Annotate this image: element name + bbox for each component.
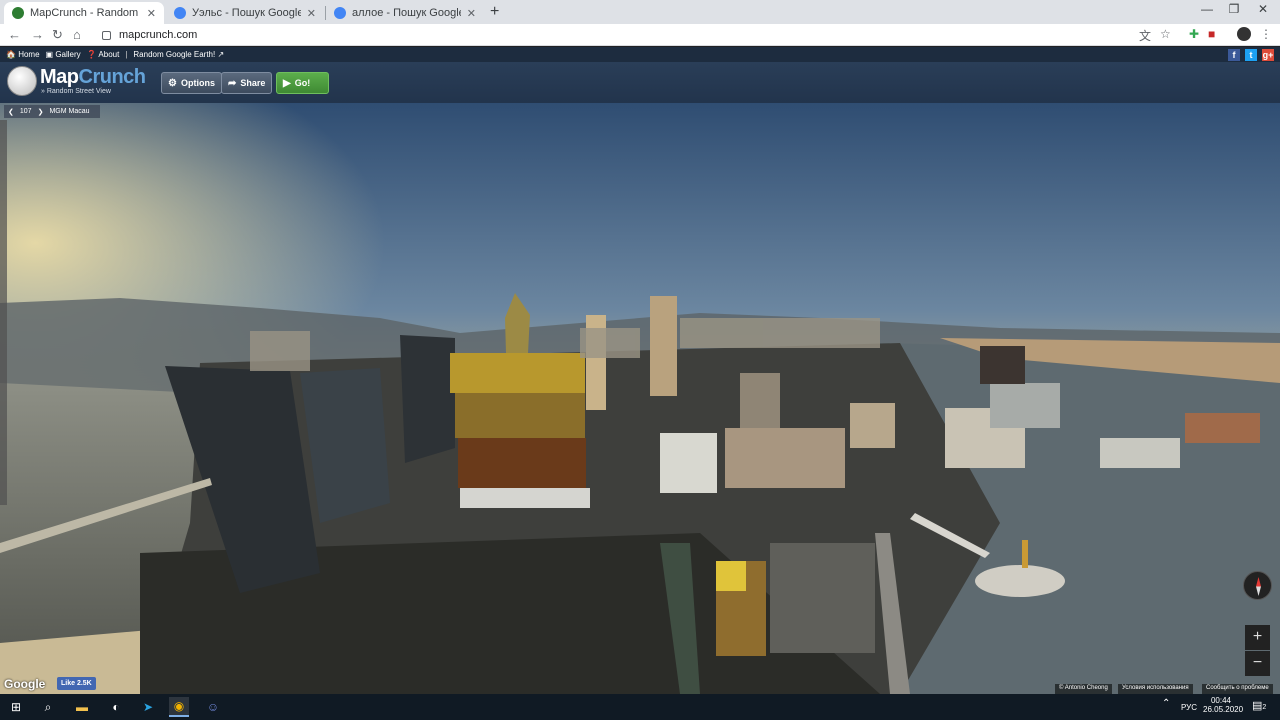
tab-wales-search[interactable]: Уэльс - Пошук Google ✕	[166, 2, 324, 24]
forward-icon[interactable]: →	[31, 27, 44, 42]
chevron-right-icon[interactable]: ❯	[38, 108, 44, 116]
link-divider: |	[125, 50, 128, 59]
play-icon: ▶	[283, 77, 291, 89]
terms-of-use-link[interactable]: Условия использования	[1118, 684, 1193, 694]
close-tab-icon[interactable]: ✕	[467, 7, 476, 20]
language-indicator[interactable]: РУС	[1181, 703, 1197, 712]
logo-tagline: » Random Street View	[41, 88, 111, 95]
browser-toolbar: ← → ↻ ⌂ mapcrunch.com 文 ☆ ✚ ■ ⋮	[0, 24, 1280, 46]
search-icon[interactable]: ⌕	[38, 697, 58, 717]
google-plus-icon[interactable]: g+	[1262, 49, 1274, 61]
panorama-image	[0, 103, 1280, 694]
chrome-icon[interactable]: ◉	[169, 697, 189, 717]
share-button[interactable]: ➦ Share	[221, 72, 273, 94]
clock-time: 00:44	[1210, 696, 1232, 705]
windows-taskbar	[0, 694, 1280, 720]
share-icon: ➦	[228, 77, 237, 89]
random-google-earth-link[interactable]: Random Google Earth! ↗	[133, 50, 224, 59]
close-tab-icon[interactable]: ✕	[307, 7, 316, 20]
mapcrunch-favicon-icon	[12, 7, 24, 19]
back-icon[interactable]: ←	[8, 27, 21, 42]
chevron-left-icon[interactable]: ❮	[8, 108, 14, 116]
google-favicon-icon	[334, 7, 346, 19]
tab-title: Уэльс - Пошук Google	[192, 7, 301, 19]
chevron-up-icon[interactable]: ⌃	[1162, 698, 1170, 709]
clock-date: 26.05.2020	[1203, 705, 1244, 714]
zoom-in-button[interactable]: +	[1245, 625, 1270, 650]
url-text: mapcrunch.com	[119, 29, 198, 41]
location-count: 107	[19, 108, 32, 115]
file-explorer-icon[interactable]: ▬	[72, 697, 92, 717]
lock-icon	[102, 30, 111, 40]
facebook-like-button[interactable]: Like 2.5K	[57, 677, 96, 690]
extension-icon[interactable]: ✚	[1189, 27, 1199, 41]
gear-icon: ⚙	[168, 77, 177, 89]
tab-mapcrunch[interactable]: MapCrunch - Random Street View ✕	[4, 2, 164, 24]
extension-icon[interactable]: ■	[1208, 27, 1215, 41]
about-link[interactable]: ❓ About	[87, 50, 120, 59]
street-view-panorama[interactable]	[0, 103, 1280, 694]
home-link[interactable]: 🏠 Home	[6, 50, 40, 59]
tab-strip: MapCrunch - Random Street View ✕ Уэльс -…	[0, 0, 1280, 24]
location-name: MGM Macau	[49, 108, 90, 115]
side-panel-handle[interactable]	[0, 120, 7, 505]
translate-icon[interactable]: 文	[1139, 27, 1151, 44]
profile-avatar[interactable]	[1237, 27, 1251, 41]
facebook-icon[interactable]: f	[1228, 49, 1240, 61]
home-icon[interactable]: ⌂	[73, 27, 81, 42]
photo-author-link[interactable]: © Antonio Cheong	[1055, 684, 1112, 694]
mapcrunch-top-bar: 🏠 Home ▣ Gallery ❓ About | Random Google…	[0, 47, 1280, 62]
notification-count: 2	[1262, 704, 1267, 711]
tab-title: MapCrunch - Random Street View	[30, 7, 141, 19]
tab-aloe-search[interactable]: аллое - Пошук Google ✕	[326, 2, 484, 24]
menu-dots-icon[interactable]: ⋮	[1260, 27, 1272, 41]
compass-icon[interactable]	[1243, 571, 1272, 600]
address-bar[interactable]: mapcrunch.com	[94, 26, 1154, 44]
go-button[interactable]: ▶ Go!	[276, 72, 329, 94]
google-logo[interactable]: Google	[4, 677, 45, 691]
gallery-link[interactable]: ▣ Gallery	[46, 50, 81, 59]
options-button[interactable]: ⚙ Options	[161, 72, 222, 94]
close-window-icon[interactable]: ✕	[1248, 2, 1278, 16]
logo-globe-icon	[7, 66, 37, 96]
close-tab-icon[interactable]: ✕	[147, 7, 156, 20]
maximize-icon[interactable]: ❐	[1219, 2, 1249, 16]
telegram-icon[interactable]: ➤	[138, 697, 158, 717]
discord-icon[interactable]: ☺	[203, 697, 223, 717]
bookmark-star-icon[interactable]: ☆	[1160, 27, 1171, 41]
reload-icon[interactable]: ↻	[52, 27, 63, 43]
zoom-out-button[interactable]: −	[1245, 651, 1270, 676]
tab-title: аллое - Пошук Google	[352, 7, 461, 19]
compass-needle-icon	[1256, 577, 1261, 596]
logo[interactable]: MapCrunch	[40, 66, 146, 89]
app-icon[interactable]: ◐	[106, 697, 126, 717]
twitter-icon[interactable]: t	[1245, 49, 1257, 61]
google-favicon-icon	[174, 7, 186, 19]
windows-start-icon[interactable]: ⊞	[6, 697, 26, 717]
report-problem-link[interactable]: Сообщить о проблеме	[1202, 684, 1273, 694]
new-tab-button[interactable]: +	[490, 3, 499, 21]
clock[interactable]: 00:44 26.05.2020	[1203, 696, 1244, 714]
location-bar: ❮ 107 ❯ MGM Macau	[4, 105, 100, 118]
minimize-icon[interactable]: —	[1192, 2, 1222, 16]
notifications-icon[interactable]: ▤2	[1252, 699, 1266, 712]
